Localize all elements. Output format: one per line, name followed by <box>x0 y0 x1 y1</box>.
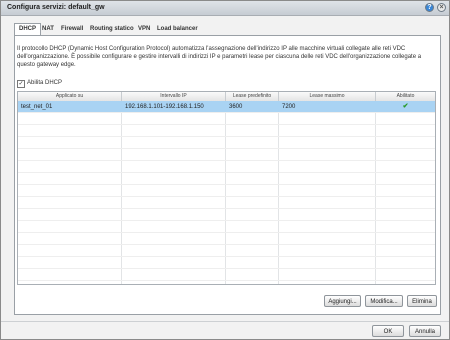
dhcp-panel: Il protocollo DHCP (Dynamic Host Configu… <box>14 35 441 315</box>
table-row-empty <box>18 233 435 245</box>
enable-dhcp-label: Abilita DHCP <box>27 80 63 86</box>
table-row-empty <box>18 173 435 185</box>
checkbox-box[interactable]: ✓ <box>17 80 25 88</box>
table-row-empty <box>18 137 435 149</box>
cell-max-lease: 7200 <box>282 104 296 110</box>
cell-default-lease: 3600 <box>229 104 243 110</box>
column-header-max-lease[interactable]: Lease massimo <box>279 92 376 101</box>
add-button[interactable]: Aggiungi... <box>324 295 361 307</box>
title-bar: Configura servizi: default_gw ? × <box>1 1 449 16</box>
tab-load-balancer[interactable]: Load balancer <box>157 24 198 35</box>
table-row-empty <box>18 221 435 233</box>
delete-button[interactable]: Elimina <box>407 295 437 307</box>
cell-applied-to: test_net_01 <box>21 104 53 110</box>
enable-dhcp-checkbox[interactable]: ✓ Abilita DHCP <box>17 80 62 88</box>
help-icon[interactable]: ? <box>425 3 434 12</box>
table-row-empty <box>18 125 435 137</box>
tab-routing-statico[interactable]: Routing statico <box>90 24 134 35</box>
table-row-empty <box>18 185 435 197</box>
tab-firewall[interactable]: Firewall <box>61 24 83 35</box>
table-row-empty <box>18 269 435 281</box>
table-row[interactable]: test_net_01 192.168.1.101-192.168.1.150 … <box>18 101 435 113</box>
window-title: Configura servizi: default_gw <box>7 4 105 11</box>
table-row-empty <box>18 149 435 161</box>
column-header-enabled[interactable]: Abilitato <box>376 92 435 101</box>
cancel-button[interactable]: Annulla <box>409 325 441 337</box>
column-header-ip-range[interactable]: Intervallo IP <box>122 92 226 101</box>
table-row-empty <box>18 245 435 257</box>
table-row-empty <box>18 161 435 173</box>
table-row-empty <box>18 113 435 125</box>
column-header-default-lease[interactable]: Lease predefinito <box>226 92 279 101</box>
dhcp-description: Il protocollo DHCP (Dynamic Host Configu… <box>17 46 422 68</box>
cell-ip-range: 192.168.1.101-192.168.1.150 <box>125 104 204 110</box>
column-header-applied-to[interactable]: Applicato su <box>18 92 122 101</box>
table-row-empty <box>18 197 435 209</box>
dhcp-table: Applicato su Intervallo IP Lease predefi… <box>17 91 436 285</box>
ok-button[interactable]: OK <box>372 325 404 337</box>
dialog-window: Configura servizi: default_gw ? × DHCP N… <box>0 0 450 340</box>
modify-button[interactable]: Modifica... <box>365 295 403 307</box>
close-icon[interactable]: × <box>437 3 446 12</box>
table-row-empty <box>18 209 435 221</box>
table-row-empty <box>18 257 435 269</box>
checkmark-icon: ✔ <box>402 103 409 110</box>
footer-divider <box>1 321 449 322</box>
tab-vpn[interactable]: VPN <box>138 24 150 35</box>
tab-nat[interactable]: NAT <box>42 24 54 35</box>
